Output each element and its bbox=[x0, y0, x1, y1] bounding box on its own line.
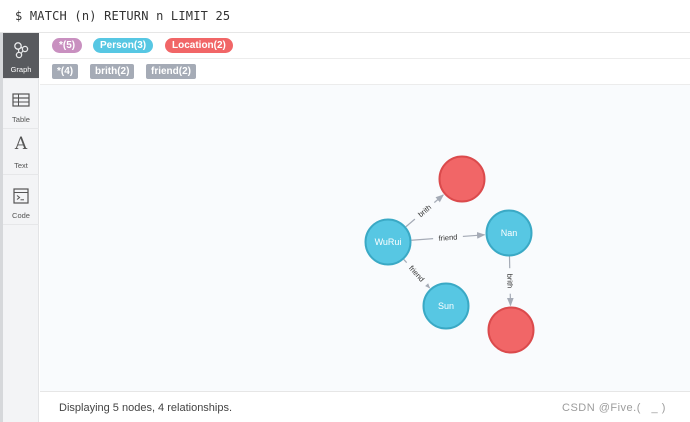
query-text[interactable]: $ MATCH (n) RETURN n LIMIT 25 bbox=[15, 9, 230, 23]
result-view-sidebar: Graph Table A Text Code bbox=[3, 33, 39, 422]
relationship-type-all-tag[interactable]: *(4) bbox=[52, 64, 79, 79]
node-label-legend: *(5) Person(3) Location(2) bbox=[40, 33, 690, 59]
relationship-type-legend: *(4) brith(2) friend(2) bbox=[40, 59, 690, 85]
node-label-person-pill[interactable]: Person(3) bbox=[93, 38, 154, 53]
sidebar-item-label: Graph bbox=[10, 65, 32, 74]
table-icon bbox=[12, 93, 30, 107]
footer-status-text: Displaying 5 nodes, 4 relationships. bbox=[59, 402, 233, 414]
query-bar[interactable]: $ MATCH (n) RETURN n LIMIT 25 bbox=[0, 0, 690, 33]
graph-node-caption: WuRui bbox=[375, 237, 402, 247]
watermark: CSDN @Five.( _ ) bbox=[562, 402, 666, 414]
sidebar-item-table[interactable]: Table bbox=[3, 83, 39, 129]
node-label-all-pill[interactable]: *(5) bbox=[52, 38, 83, 53]
relationship-type-brith-tag[interactable]: brith(2) bbox=[90, 64, 135, 79]
code-icon bbox=[13, 188, 29, 204]
graph-canvas[interactable]: brith friend friend brith WuRui Nan Sun bbox=[40, 85, 690, 391]
sidebar-item-label: Text bbox=[14, 161, 28, 170]
relationship-label: brith bbox=[505, 274, 514, 289]
relationship-label: friend bbox=[438, 232, 457, 242]
graph-node-caption: Sun bbox=[438, 301, 454, 311]
graph-node-caption: Nan bbox=[501, 228, 518, 238]
sidebar-item-graph[interactable]: Graph bbox=[3, 33, 39, 79]
graph-visualization[interactable]: brithfriendfriend brithWuRuiNanSun bbox=[40, 85, 690, 391]
graph-node-loc2[interactable] bbox=[487, 306, 535, 354]
text-icon: A bbox=[14, 134, 28, 154]
node-label-location-pill[interactable]: Location(2) bbox=[165, 38, 233, 53]
sidebar-item-text[interactable]: A Text bbox=[3, 129, 39, 175]
graph-icon bbox=[14, 42, 29, 59]
sidebar-item-label: Table bbox=[12, 115, 30, 124]
relationship-type-friend-tag[interactable]: friend(2) bbox=[146, 64, 196, 79]
graph-node-loc1[interactable] bbox=[438, 155, 486, 203]
sidebar-item-code[interactable]: Code bbox=[3, 179, 39, 225]
result-footer: Displaying 5 nodes, 4 relationships. CSD… bbox=[40, 391, 690, 422]
sidebar-item-label: Code bbox=[12, 211, 30, 220]
